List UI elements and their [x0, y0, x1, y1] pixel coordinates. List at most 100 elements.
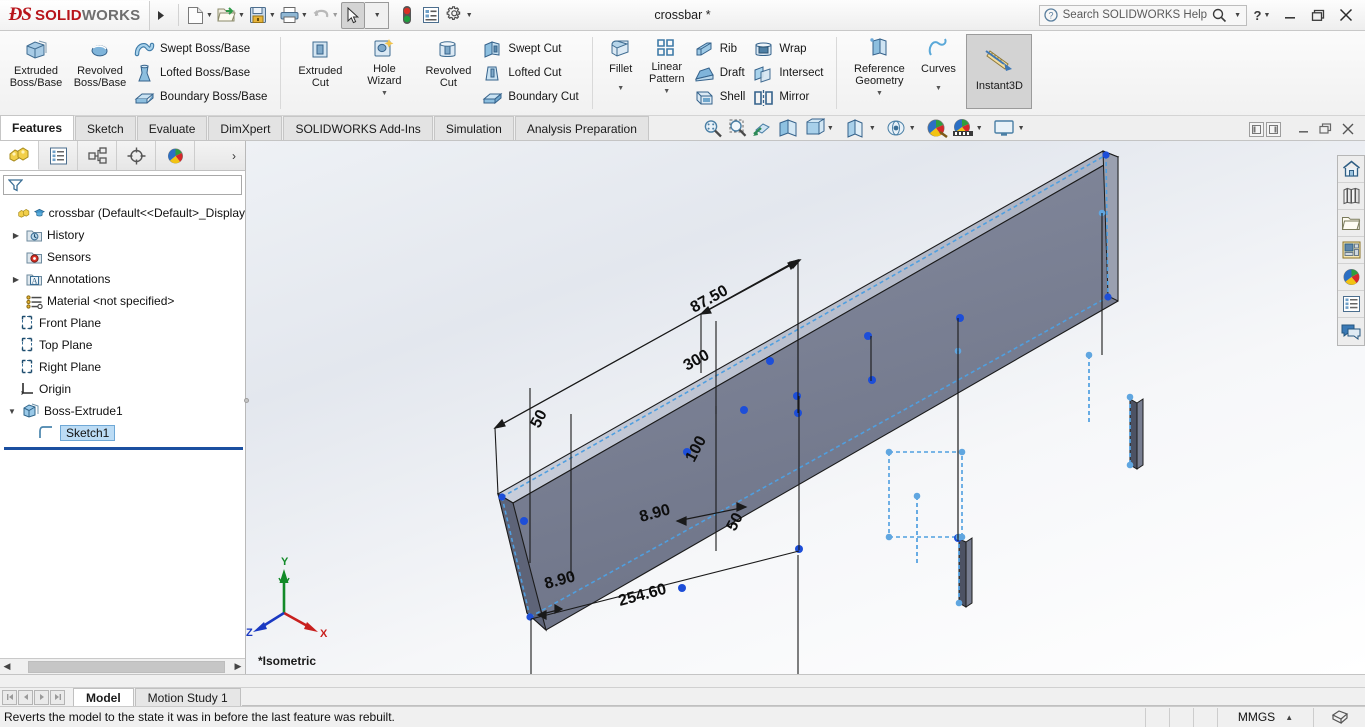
tab-solidworks-addins[interactable]: SOLIDWORKS Add-Ins: [283, 116, 433, 140]
tab-sketch[interactable]: Sketch: [75, 116, 136, 140]
tree-expander-boss-extrude1[interactable]: ▼: [6, 407, 18, 416]
tree-item-annotations[interactable]: ▶ A Annotations: [2, 268, 245, 290]
undo-caret[interactable]: ▼: [332, 12, 339, 19]
extruded-cut-button[interactable]: Extruded Cut: [288, 31, 352, 115]
tab-features[interactable]: Features: [0, 115, 75, 140]
select-dropdown[interactable]: ▼: [364, 1, 389, 29]
tree-expander-history[interactable]: ▶: [10, 231, 22, 240]
rib-button[interactable]: Rib: [692, 38, 752, 60]
view-window-button[interactable]: ▼: [993, 116, 1025, 140]
previous-button[interactable]: [18, 689, 33, 705]
tree-item-sketch1[interactable]: Sketch1: [2, 422, 245, 444]
print-button[interactable]: ▼: [278, 2, 310, 29]
feature-tree-filter-input[interactable]: [3, 175, 242, 195]
property-manager-tab[interactable]: [39, 141, 78, 170]
close-window-button[interactable]: [1333, 2, 1359, 29]
tree-item-front-plane[interactable]: Front Plane: [2, 312, 245, 334]
curves-dropdown[interactable]: ▼: [935, 83, 942, 95]
model-viewport[interactable]: 100 50 50 300 87.50 8.90 8.90 254.60 Y X…: [246, 141, 1365, 674]
zoom-to-area-button[interactable]: [727, 116, 748, 140]
lofted-cut-button[interactable]: Lofted Cut: [480, 62, 584, 84]
close-document-button[interactable]: [1337, 120, 1359, 138]
edit-appearance-button[interactable]: [926, 116, 948, 140]
open-document-caret[interactable]: ▼: [238, 12, 245, 19]
hide-show-items-button[interactable]: ▼: [844, 116, 876, 140]
feature-tree-scrollbar[interactable]: ◀ ▶: [0, 658, 245, 674]
tab-evaluate[interactable]: Evaluate: [136, 116, 208, 140]
undo-button[interactable]: ▼: [310, 2, 341, 29]
rollback-bar[interactable]: [4, 447, 243, 450]
tab-motion-study-1[interactable]: Motion Study 1: [134, 688, 241, 706]
swept-cut-button[interactable]: Swept Cut: [480, 38, 584, 60]
scroll-right-arrow[interactable]: ▶: [231, 661, 245, 672]
view-palette-button[interactable]: [1338, 237, 1364, 264]
shell-button[interactable]: Shell: [692, 86, 752, 108]
hole-wizard-dropdown[interactable]: ▼: [381, 88, 388, 100]
new-document-caret[interactable]: ▼: [206, 12, 213, 19]
options-caret[interactable]: ▼: [466, 12, 473, 19]
reference-geometry-button[interactable]: Reference Geometry ▼: [844, 31, 914, 115]
units-caret[interactable]: ▲: [1285, 713, 1293, 722]
tab-analysis-preparation[interactable]: Analysis Preparation: [514, 116, 649, 140]
linear-pattern-button[interactable]: Linear Pattern ▼: [642, 31, 692, 115]
horizontal-scroll-track[interactable]: [14, 660, 231, 673]
linear-pattern-dropdown[interactable]: ▼: [663, 86, 670, 98]
last-button[interactable]: [50, 689, 65, 705]
minimize-window-button[interactable]: [1277, 2, 1303, 29]
tree-item-crossbar[interactable]: crossbar (Default<<Default>_Display: [2, 202, 245, 224]
options-button[interactable]: ▼: [443, 2, 475, 29]
dock-right-button[interactable]: [1266, 121, 1281, 137]
feature-tree-tab[interactable]: [0, 141, 39, 170]
help-caret[interactable]: ▼: [1264, 12, 1271, 19]
restore-window-button[interactable]: [1305, 2, 1331, 29]
boundary-boss-base-button[interactable]: Boundary Boss/Base: [132, 86, 273, 108]
tab-model[interactable]: Model: [73, 688, 134, 706]
graphics-area[interactable]: 100 50 50 300 87.50 8.90 8.90 254.60 Y X…: [246, 141, 1365, 674]
fillet-dropdown[interactable]: ▼: [617, 83, 624, 95]
custom-properties-button[interactable]: [1338, 291, 1364, 318]
display-style-caret[interactable]: ▼: [827, 125, 834, 132]
design-library-button[interactable]: [1338, 183, 1364, 210]
view-window-caret[interactable]: ▼: [1018, 125, 1025, 132]
file-explorer-button[interactable]: [1338, 210, 1364, 237]
boundary-cut-button[interactable]: Boundary Cut: [480, 86, 584, 108]
units-selector[interactable]: MMGS ▲: [1217, 707, 1313, 727]
tree-item-top-plane[interactable]: Top Plane: [2, 334, 245, 356]
solidworks-logo[interactable]: ĐS SOLIDWORKS: [0, 0, 150, 30]
appearances-scenes-button[interactable]: [1338, 264, 1364, 291]
tab-simulation[interactable]: Simulation: [433, 116, 514, 140]
file-properties-button[interactable]: [419, 2, 443, 29]
extruded-boss-base-button[interactable]: Extruded Boss/Base: [4, 31, 68, 115]
select-button[interactable]: [340, 1, 365, 29]
horizontal-scroll-thumb[interactable]: [28, 660, 225, 673]
open-document-button[interactable]: ▼: [215, 2, 247, 29]
tree-item-origin[interactable]: Origin: [2, 378, 245, 400]
hole-wizard-button[interactable]: Hole Wizard ▼: [352, 31, 416, 115]
reference-geometry-dropdown[interactable]: ▼: [876, 88, 883, 100]
display-manager-tab[interactable]: [156, 141, 195, 170]
help-button[interactable]: ? ▼: [1249, 2, 1275, 29]
tree-item-boss-extrude1[interactable]: ▼ Boss-Extrude1: [2, 400, 245, 422]
section-view-button[interactable]: [752, 116, 773, 140]
search-input[interactable]: ? Search SOLIDWORKS Help ▼: [1038, 4, 1247, 26]
apply-scene-button[interactable]: ▼: [952, 116, 983, 140]
tree-item-material[interactable]: Material <not specified>: [2, 290, 245, 312]
zoom-to-fit-button[interactable]: [702, 116, 723, 140]
apply-scene-caret[interactable]: ▼: [976, 125, 983, 132]
search-caret[interactable]: ▼: [1234, 12, 1241, 19]
revolved-cut-button[interactable]: Revolved Cut: [416, 31, 480, 115]
rebuild-button[interactable]: [395, 2, 419, 29]
tree-item-right-plane[interactable]: Right Plane: [2, 356, 245, 378]
fillet-button[interactable]: Fillet ▼: [600, 31, 642, 115]
dock-left-button[interactable]: [1249, 121, 1264, 137]
overlay-indicator[interactable]: [1313, 707, 1365, 727]
display-style-button[interactable]: ▼: [804, 116, 834, 140]
swept-boss-base-button[interactable]: Swept Boss/Base: [132, 38, 273, 60]
menu-expand-button[interactable]: [150, 1, 172, 30]
mirror-button[interactable]: Mirror: [751, 86, 829, 108]
wrap-button[interactable]: Wrap: [751, 38, 829, 60]
new-document-button[interactable]: ▼: [185, 2, 215, 29]
lofted-boss-base-button[interactable]: Lofted Boss/Base: [132, 62, 273, 84]
restore-document-button[interactable]: [1315, 120, 1335, 138]
minimize-document-button[interactable]: [1293, 120, 1313, 138]
